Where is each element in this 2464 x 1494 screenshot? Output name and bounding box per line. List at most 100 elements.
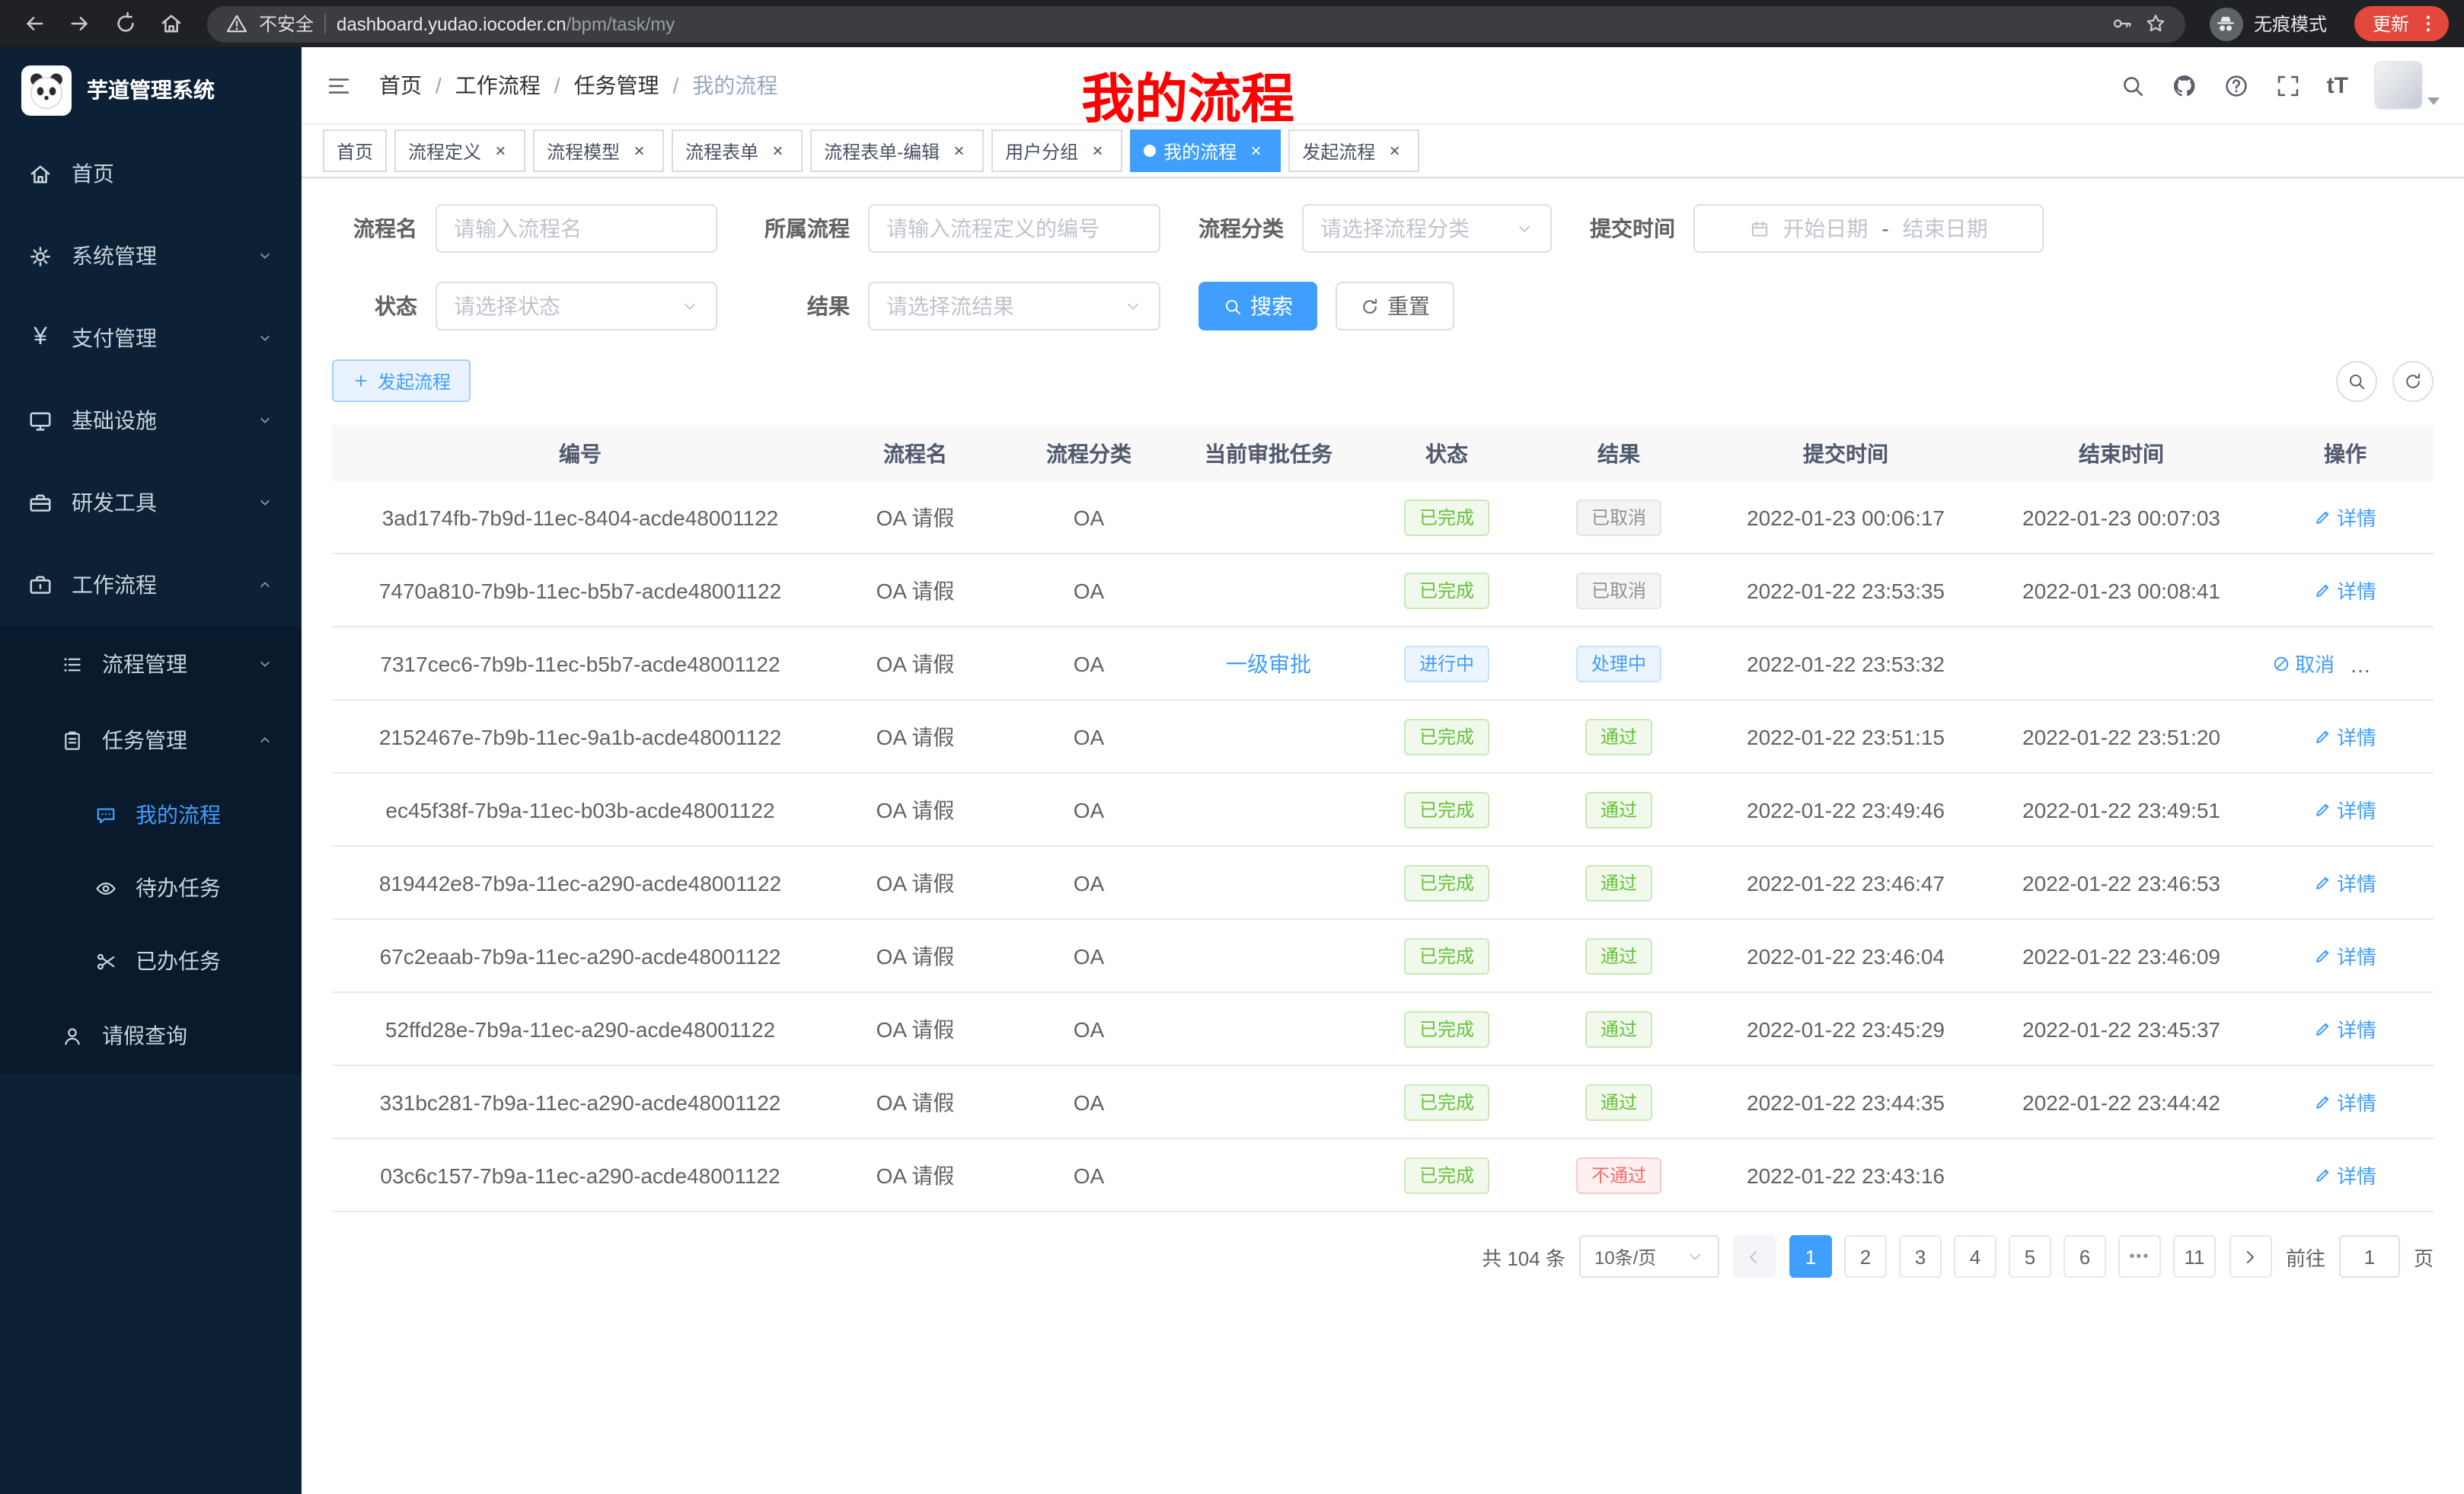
sidebar-item-devtools[interactable]: 研发工具 <box>0 461 302 544</box>
password-key-icon[interactable] <box>2111 12 2134 35</box>
pager-page[interactable]: 2 <box>1844 1235 1887 1278</box>
fullscreen-icon[interactable] <box>2275 72 2301 98</box>
help-icon[interactable] <box>2223 72 2249 98</box>
submit-time: 2022-01-22 23:49:46 <box>1706 773 1986 846</box>
sidebar-item-leave-query[interactable]: 请假查询 <box>0 998 302 1074</box>
browser-forward-button[interactable] <box>61 5 97 42</box>
sidebar-item-system[interactable]: 系统管理 <box>0 215 302 297</box>
sidebar-item-task-management[interactable]: 任务管理 <box>0 702 302 778</box>
user-menu[interactable] <box>2374 61 2440 110</box>
breadcrumb-item[interactable]: 首页 <box>379 70 422 101</box>
start-process-button[interactable]: 发起流程 <box>332 359 471 402</box>
tab[interactable]: 首页 <box>323 129 387 172</box>
tab-close-icon[interactable] <box>1383 139 1406 162</box>
sidebar-item-workflow[interactable]: 工作流程 <box>0 544 302 626</box>
page-size-select[interactable]: 10条/页 <box>1579 1235 1719 1278</box>
update-button[interactable]: 更新 <box>2354 6 2449 41</box>
sidebar-item-process-management[interactable]: 流程管理 <box>0 626 302 702</box>
tab-close-icon[interactable] <box>1086 139 1109 162</box>
goto-page-input[interactable] <box>2339 1235 2400 1278</box>
category-select[interactable]: 请选择流程分类 <box>1302 204 1552 253</box>
date-range-picker[interactable]: 开始日期 - 结束日期 <box>1693 204 2044 253</box>
filter-owner-process: 所属流程 <box>755 204 1160 253</box>
current-task-link[interactable]: 一级审批 <box>1226 651 1311 675</box>
pager-page[interactable]: 1 <box>1789 1235 1832 1278</box>
table-body: 3ad174fb-7b9d-11ec-8404-acde48001122 OA … <box>332 481 2434 1211</box>
sidebar-item-label: 请假查询 <box>102 1020 187 1051</box>
pager-page[interactable]: 11 <box>2173 1235 2216 1278</box>
status-select[interactable]: 请选择状态 <box>436 282 717 330</box>
font-size-icon[interactable] <box>2327 72 2348 98</box>
status-badge: 已完成 <box>1404 791 1489 828</box>
detail-action[interactable]: 详情 <box>2314 503 2376 532</box>
tab[interactable]: 流程表单-编辑 <box>810 129 984 172</box>
toggle-search-button[interactable] <box>2336 360 2377 401</box>
tab-close-icon[interactable] <box>1244 139 1267 162</box>
pager-page[interactable]: 4 <box>1954 1235 1996 1278</box>
detail-action[interactable]: 详情 <box>2314 1087 2376 1116</box>
pager-more[interactable]: ••• <box>2118 1235 2161 1278</box>
detail-action[interactable]: 详情 <box>2314 795 2376 824</box>
tab[interactable]: 流程模型 <box>533 129 664 172</box>
table-row: 819442e8-7b9a-11ec-a290-acde48001122 OA … <box>332 846 2434 919</box>
detail-action[interactable]: 详情 <box>2314 722 2376 751</box>
process-definition-input[interactable] <box>868 204 1160 253</box>
browser-reload-button[interactable] <box>107 5 143 42</box>
reset-button-label: 重置 <box>1387 291 1430 321</box>
detail-action[interactable]: 详情 <box>2359 649 2421 678</box>
refresh-table-button[interactable] <box>2392 360 2434 401</box>
reset-button[interactable]: 重置 <box>1336 282 1454 330</box>
result-badge: 已取消 <box>1576 572 1661 608</box>
app-logo[interactable]: 芋道管理系统 <box>0 47 302 132</box>
sidebar-item-infrastructure[interactable]: 基础设施 <box>0 379 302 461</box>
breadcrumb-item[interactable]: 工作流程 <box>455 70 541 101</box>
browser-back-button[interactable] <box>15 5 52 42</box>
pager-page[interactable]: 6 <box>2063 1235 2106 1278</box>
detail-action[interactable]: 详情 <box>2314 1160 2376 1189</box>
logo-image <box>21 65 72 115</box>
prev-page-button[interactable] <box>1733 1235 1776 1278</box>
result-badge: 通过 <box>1585 791 1652 828</box>
detail-action[interactable]: 详情 <box>2314 576 2376 605</box>
chat-bubble-icon <box>94 803 117 826</box>
search-icon[interactable] <box>2120 72 2146 98</box>
browser-home-button[interactable] <box>152 5 189 42</box>
sidebar-item-home[interactable]: 首页 <box>0 132 302 215</box>
tab[interactable]: 流程定义 <box>394 129 525 172</box>
tab[interactable]: 流程表单 <box>672 129 803 172</box>
tab[interactable]: 用户分组 <box>991 129 1122 172</box>
next-page-button[interactable] <box>2229 1235 2272 1278</box>
cancel-action[interactable]: 取消 <box>2272 649 2335 678</box>
browser-menu-icon[interactable] <box>2417 12 2440 35</box>
tab-label: 流程表单 <box>685 138 758 164</box>
process-name: OA 请假 <box>828 1138 1002 1211</box>
tab[interactable]: 我的流程 <box>1130 129 1281 172</box>
table-row: 331bc281-7b9a-11ec-a290-acde48001122 OA … <box>332 1065 2434 1138</box>
sidebar-item-done-tasks[interactable]: 已办任务 <box>0 924 302 998</box>
detail-action[interactable]: 详情 <box>2314 941 2376 970</box>
breadcrumb-separator: / <box>554 73 560 97</box>
bookmark-star-icon[interactable] <box>2144 12 2167 35</box>
tab-close-icon[interactable] <box>766 139 789 162</box>
sidebar-item-my-process[interactable]: 我的流程 <box>0 778 302 851</box>
github-icon[interactable] <box>2172 72 2197 98</box>
pager-page[interactable]: 5 <box>2009 1235 2051 1278</box>
tab[interactable]: 发起流程 <box>1288 129 1419 172</box>
process-name-input[interactable] <box>436 204 717 253</box>
breadcrumb-item[interactable]: 任务管理 <box>574 70 659 101</box>
sidebar-item-todo-tasks[interactable]: 待办任务 <box>0 851 302 924</box>
pager-page[interactable]: 3 <box>1899 1235 1942 1278</box>
status-badge: 已完成 <box>1404 937 1489 974</box>
search-button[interactable]: 搜索 <box>1198 282 1317 330</box>
tab-close-icon[interactable] <box>947 139 970 162</box>
detail-action[interactable]: 详情 <box>2314 868 2376 897</box>
detail-action[interactable]: 详情 <box>2314 1014 2376 1043</box>
tab-close-icon[interactable] <box>489 139 512 162</box>
tab-close-icon[interactable] <box>627 139 650 162</box>
table-row: 3ad174fb-7b9d-11ec-8404-acde48001122 OA … <box>332 481 2434 554</box>
result-select[interactable]: 请选择流结果 <box>868 282 1160 330</box>
address-bar[interactable]: 不安全 dashboard.yudao.iocoder.cn/bpm/task/… <box>207 5 2185 42</box>
sidebar-menu: 首页 系统管理 ¥ 支付管理 基础设施 <box>0 132 302 1074</box>
sidebar-toggle-icon[interactable] <box>326 72 352 98</box>
sidebar-item-payment[interactable]: ¥ 支付管理 <box>0 297 302 379</box>
